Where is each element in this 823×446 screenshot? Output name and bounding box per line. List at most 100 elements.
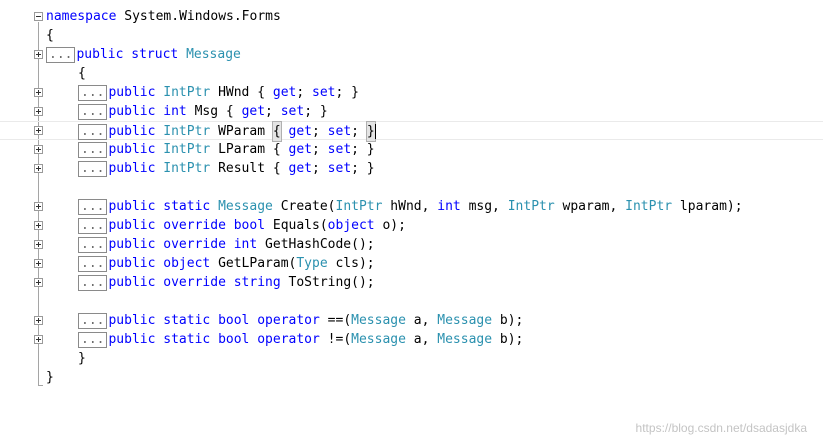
collapsed-region-marker[interactable]: ... [78, 160, 108, 177]
collapsed-region-marker[interactable]: ... [78, 103, 108, 120]
keyword-token: operator [257, 332, 320, 347]
code-line[interactable]: ... public IntPtr LParam { get; set; } [0, 140, 823, 159]
code-token: msg, [460, 199, 508, 214]
keyword-token: public [108, 237, 156, 252]
code-line[interactable] [0, 178, 823, 197]
code-line[interactable]: ... public static Message Create(IntPtr h… [0, 197, 823, 216]
code-token: GetLParam( [210, 256, 297, 271]
collapsed-region-marker[interactable]: ... [78, 312, 108, 329]
expand-toggle-icon[interactable] [34, 126, 43, 135]
code-line[interactable]: ... public override string ToString(); [0, 273, 823, 292]
expand-toggle-icon[interactable] [34, 316, 43, 325]
code-token: Equals( [265, 218, 328, 233]
expand-toggle-icon[interactable] [34, 240, 43, 249]
expand-toggle-icon[interactable] [34, 164, 43, 173]
code-line[interactable]: { [0, 26, 823, 45]
collapsed-region-marker[interactable]: ... [78, 274, 108, 291]
code-line[interactable]: ... public override bool Equals(object o)… [0, 216, 823, 235]
expand-toggle-icon[interactable] [34, 278, 43, 287]
type-token: IntPtr [163, 161, 211, 176]
code-line[interactable]: ... public IntPtr HWnd { get; set; } [0, 83, 823, 102]
code-text: ... public static bool operator !=(Messag… [78, 330, 523, 349]
type-token: IntPtr [163, 142, 211, 157]
text-caret [374, 124, 376, 139]
expand-toggle-icon[interactable] [34, 107, 43, 116]
keyword-token: bool [218, 332, 250, 347]
keyword-token: public [108, 332, 156, 347]
code-token: ==( [319, 313, 352, 328]
type-token: Message [437, 332, 493, 347]
code-token: b); [492, 332, 524, 347]
expand-toggle-icon[interactable] [34, 88, 43, 97]
keyword-token: public [108, 142, 156, 157]
collapsed-region-marker[interactable]: ... [46, 46, 76, 63]
code-token: ; } [351, 161, 375, 176]
code-line[interactable]: ... public object GetLParam(Type cls); [0, 254, 823, 273]
code-editor[interactable]: namespace System.Windows.Forms{... public… [0, 0, 823, 446]
code-line[interactable]: ... public static bool operator !=(Messag… [0, 330, 823, 349]
type-token: Type [296, 256, 328, 271]
code-text: ... public override bool Equals(object o)… [78, 216, 406, 235]
expand-toggle-icon[interactable] [34, 202, 43, 211]
code-line[interactable]: ... public struct Message [0, 45, 823, 64]
code-token: o); [374, 218, 406, 233]
expand-toggle-icon[interactable] [34, 50, 43, 59]
collapse-toggle-icon[interactable] [34, 12, 43, 21]
code-text: ... public IntPtr WParam { get; set; } [78, 121, 376, 142]
code-line[interactable]: ... public override int GetHashCode(); [0, 235, 823, 254]
code-text: { [46, 26, 54, 45]
type-token: IntPtr [335, 199, 383, 214]
code-line[interactable]: namespace System.Windows.Forms [0, 7, 823, 26]
code-token: ; [312, 124, 328, 139]
code-line[interactable]: ... public int Msg { get; set; } [0, 102, 823, 121]
code-line[interactable]: ... public static bool operator ==(Messag… [0, 311, 823, 330]
collapsed-region-marker[interactable]: ... [78, 217, 108, 234]
code-line[interactable] [0, 292, 823, 311]
collapsed-region-marker[interactable]: ... [78, 84, 108, 101]
keyword-token: override [163, 218, 226, 233]
code-line[interactable]: ... public IntPtr Result { get; set; } [0, 159, 823, 178]
keyword-token: int [437, 199, 461, 214]
collapsed-region-marker[interactable]: ... [78, 123, 108, 140]
code-text: ... public IntPtr Result { get; set; } [78, 159, 375, 178]
expand-toggle-icon[interactable] [34, 259, 43, 268]
collapsed-region-marker[interactable]: ... [78, 198, 108, 215]
keyword-token: public [108, 85, 156, 100]
expand-toggle-icon[interactable] [34, 335, 43, 344]
collapsed-region-marker[interactable]: ... [78, 236, 108, 253]
code-token: lparam); [672, 199, 743, 214]
collapsed-region-marker[interactable]: ... [78, 141, 108, 158]
code-line[interactable]: } [0, 368, 823, 387]
keyword-token: operator [257, 313, 320, 328]
code-token: System.Windows.Forms [116, 9, 281, 24]
keyword-token: public [108, 218, 156, 233]
collapsed-region-marker[interactable]: ... [78, 331, 108, 348]
collapsed-region-marker[interactable]: ... [78, 255, 108, 272]
keyword-token: get [288, 161, 313, 176]
code-text: ... public IntPtr HWnd { get; set; } [78, 83, 359, 102]
code-token: ; [296, 85, 313, 100]
expand-toggle-icon[interactable] [34, 221, 43, 230]
keyword-token: static [163, 313, 211, 328]
code-text: ... public object GetLParam(Type cls); [78, 254, 375, 273]
code-line[interactable]: { [0, 64, 823, 83]
code-token: LParam { [210, 142, 289, 157]
code-text: ... public override string ToString(); [78, 273, 375, 292]
expand-toggle-icon[interactable] [34, 145, 43, 154]
code-line[interactable]: } [0, 349, 823, 368]
code-token: } [46, 370, 54, 385]
keyword-token: set [312, 85, 336, 100]
code-token: a, [405, 332, 438, 347]
code-line-current[interactable]: ... public IntPtr WParam { get; set; } [0, 121, 823, 142]
